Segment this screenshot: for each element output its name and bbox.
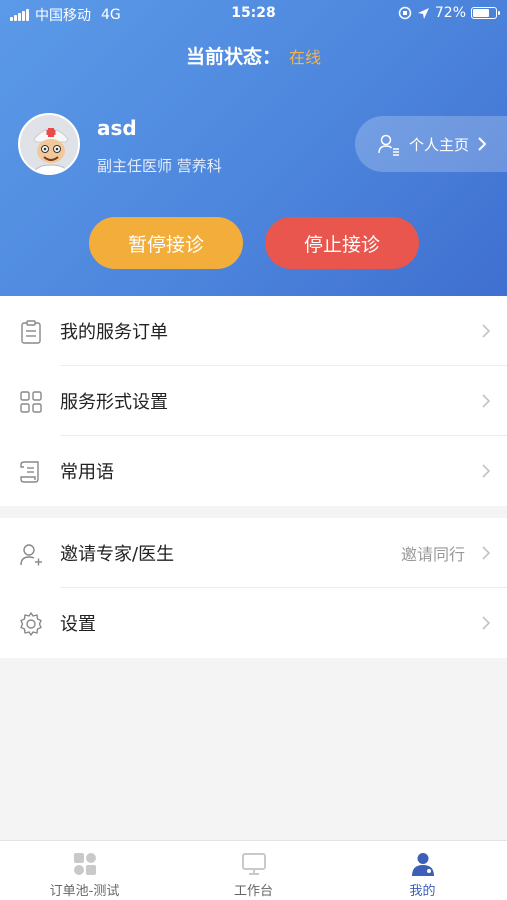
scroll-icon [20,461,39,483]
doctor-name: asd [97,116,137,140]
menu-item-invite-experts[interactable]: 邀请专家/医生 邀请同行 [0,518,507,588]
location-icon [417,7,429,19]
menu-item-settings[interactable]: 设置 [0,588,507,658]
apps-icon [73,853,96,875]
personal-homepage-label: 个人主页 [409,135,470,154]
grid-icon [20,391,42,413]
menu-item-label: 服务形式设置 [60,392,168,413]
tab-bar: 订单池-测试 工作台 我的 [0,840,507,900]
battery-icon [471,7,500,19]
menu-item-label: 我的服务订单 [60,322,168,343]
rotation-lock-icon [398,6,412,20]
gear-icon [20,612,42,636]
tab-mine[interactable]: 我的 [338,841,507,900]
menu-item-label: 常用语 [60,462,114,483]
doctor-avatar-image [20,115,78,173]
profile-list-icon [378,134,399,156]
chevron-right-icon [482,546,491,560]
menu-group-services: 我的服务订单 服务形式设置 常用语 [0,296,507,506]
battery-percent: 72% [434,5,466,21]
tab-label: 我的 [409,884,436,899]
chevron-right-icon [482,616,491,630]
chevron-right-icon [482,394,491,408]
invite-peers-hint: 邀请同行 [400,545,465,564]
menu-item-label: 设置 [60,614,96,635]
tab-workbench[interactable]: 工作台 [169,841,338,900]
menu-item-common-phrases[interactable]: 常用语 [0,436,507,506]
status-bar: 中国移动 4G 15:28 72% [0,0,507,28]
tab-order-pool[interactable]: 订单池-测试 [0,841,169,900]
state-label: 当前状态： [185,46,281,68]
profile-header: 中国移动 4G 15:28 72% 当前状态： 在线 asd 副主任医师 营养科 … [0,0,507,296]
tab-label: 订单池-测试 [49,884,120,899]
add-user-icon [20,544,42,566]
chevron-right-icon [478,137,487,151]
user-icon [411,853,434,876]
menu-item-service-orders[interactable]: 我的服务订单 [0,296,507,366]
state-value: 在线 [289,48,322,67]
personal-homepage-button[interactable]: 个人主页 [355,116,507,172]
current-state: 当前状态： 在线 [0,42,507,69]
pause-consultation-button[interactable]: 暂停接诊 [89,217,243,269]
menu-item-label: 邀请专家/医生 [60,544,175,565]
stop-consultation-button[interactable]: 停止接诊 [265,217,419,269]
chevron-right-icon [482,464,491,478]
tab-label: 工作台 [233,884,273,899]
chevron-right-icon [482,324,491,338]
monitor-icon [241,853,266,875]
menu-item-service-format[interactable]: 服务形式设置 [0,366,507,436]
avatar[interactable] [18,113,80,175]
menu-group-settings: 邀请专家/医生 邀请同行 设置 [0,518,507,658]
clipboard-icon [21,320,41,344]
doctor-title: 副主任医师 营养科 [97,157,222,175]
